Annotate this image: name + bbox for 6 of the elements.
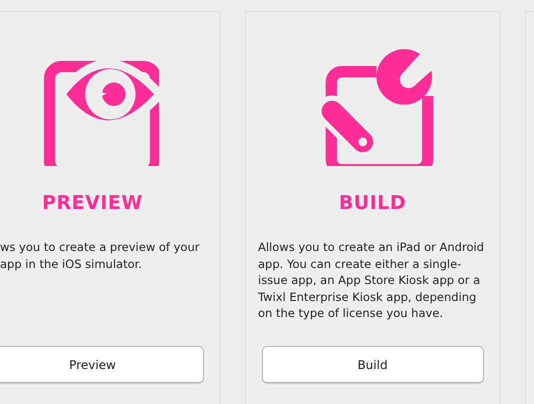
card-description: ws you to create a preview of your app in the iOS simulator. bbox=[0, 239, 200, 272]
action-button[interactable]: Build bbox=[262, 346, 484, 383]
card-description: Allows you to create an iPad or Android app. You can create either a single-issue app, an App Store Kiosk app or a Twixl Enterprise Kiosk app, depending on the type of license you have. bbox=[257, 239, 485, 322]
card-title: BUILD bbox=[338, 194, 406, 213]
card-title: PREVIEW bbox=[42, 194, 143, 213]
action-button[interactable]: Preview bbox=[0, 346, 204, 383]
